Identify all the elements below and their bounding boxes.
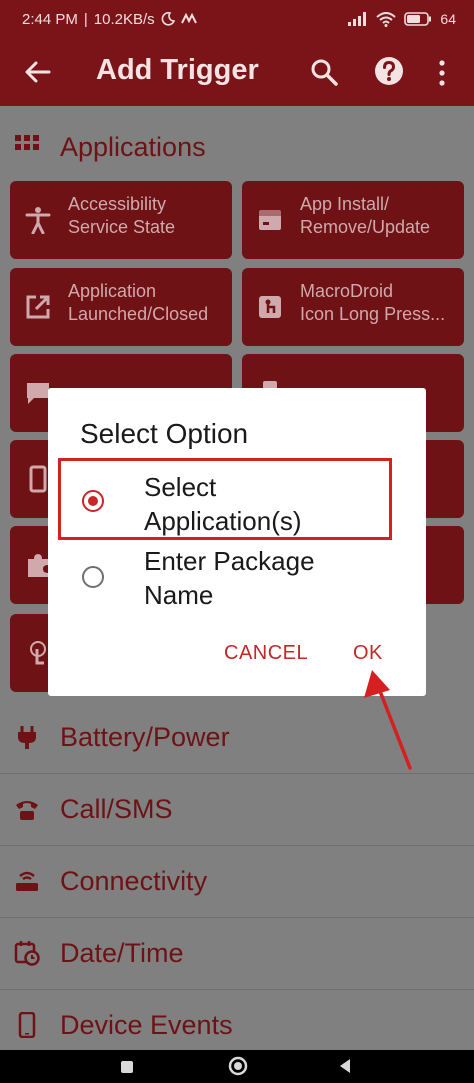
option-label: Enter Package Name [144,546,315,610]
launch-icon [26,295,50,319]
more-vert-icon[interactable] [432,58,452,88]
moon-icon [161,12,175,26]
status-speed: 10.2KB/s [93,10,155,28]
signal-icon [348,12,367,26]
cancel-button[interactable]: CANCEL [224,642,308,665]
section-label: Battery/Power [60,721,230,752]
navigation-bar [0,1050,474,1083]
phone-device-icon [18,1012,36,1038]
search-icon[interactable] [310,58,338,86]
ok-button[interactable]: OK [353,642,383,665]
tile-app-install-remove-update[interactable]: App Install/ Remove/Update [242,181,464,259]
tile-label: App Install/ Remove/Update [300,194,431,237]
tile-accessibility-service-state[interactable]: Accessibility Service State [10,181,232,259]
status-time: 2:44 PM [22,10,78,28]
accessibility-icon [25,207,51,234]
app-bar: Add Trigger [0,38,474,106]
home-icon[interactable] [228,1056,248,1076]
battery-icon [404,12,432,26]
status-right: 64 [348,11,456,27]
help-icon[interactable] [374,56,404,86]
status-bar: 2:44 PM | 10.2KB/s 64 [0,0,474,38]
app-install-icon [259,210,281,230]
radio-unselected[interactable] [82,566,104,588]
tile-macrodroid-icon-long-press[interactable]: MacroDroid Icon Long Press... [242,268,464,346]
calendar-clock-icon [14,941,40,966]
long-press-icon [259,296,281,318]
select-option-dialog: Select Option Select Application(s) Ente… [48,388,426,696]
status-left: 2:44 PM | 10.2KB/s [22,11,197,28]
section-label: Connectivity [60,865,208,896]
section-applications[interactable]: Applications [0,112,474,182]
tile-label: Accessibility Service State [68,194,176,237]
section-call-sms[interactable]: Call/SMS [0,774,474,844]
recents-icon[interactable] [120,1060,134,1074]
back-icon[interactable] [338,1058,352,1074]
grid-icon [15,135,39,150]
section-label: Applications [60,131,206,162]
section-battery-power[interactable]: Battery/Power [0,702,474,772]
status-separator: | [83,10,88,28]
page-title: Add Trigger [96,54,259,86]
router-icon [16,871,38,891]
tile-application-launched-closed[interactable]: Application Launched/Closed [10,268,232,346]
tile-label: Application Launched/Closed [68,281,209,324]
annotation-highlight-box [58,458,392,540]
dialog-title: Select Option [80,418,249,449]
phone-icon [16,801,38,820]
section-label: Date/Time [60,937,184,968]
section-date-time[interactable]: Date/Time [0,918,474,988]
section-label: Device Events [60,1009,233,1040]
tile-label: MacroDroid Icon Long Press... [300,281,446,324]
battery-level: 64 [440,11,456,27]
app-notification-icon [180,13,197,24]
plug-icon [18,726,36,749]
back-arrow-icon[interactable] [22,56,54,88]
wifi-icon [376,11,397,27]
section-connectivity[interactable]: Connectivity [0,846,474,916]
section-label: Call/SMS [60,793,173,824]
option-enter-package-name[interactable]: Enter Package Name [48,540,426,620]
